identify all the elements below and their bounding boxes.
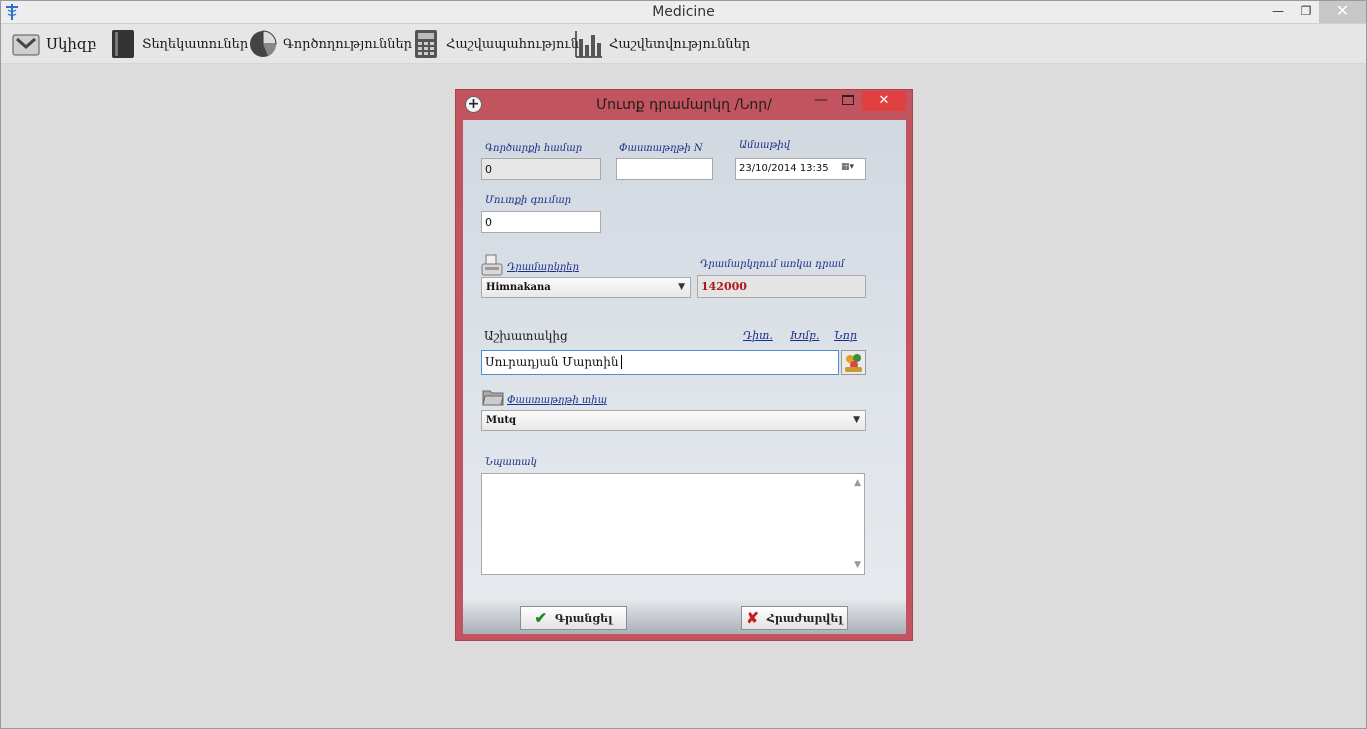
employee-label: Աշխատակից — [484, 329, 568, 343]
toolbar-operations[interactable]: Գործողություններ — [248, 28, 412, 60]
x-icon: ✘ — [746, 609, 759, 627]
chevron-down-icon: ▼ — [678, 282, 685, 292]
date-label: Ամսաթիվ — [739, 140, 791, 151]
scrollbar[interactable]: ▲ ▼ — [848, 474, 864, 574]
receipt-number-label: Փաստաթղթի N — [619, 143, 703, 154]
restore-button[interactable]: ❐ — [1291, 1, 1321, 23]
checkmark-icon: ✔ — [534, 609, 548, 627]
save-button[interactable]: ✔ Գրանցել — [520, 606, 627, 630]
employee-new-link[interactable]: Նոր — [834, 329, 857, 342]
scroll-down-icon[interactable]: ▼ — [854, 560, 861, 570]
doc-type-value: Mutq — [486, 415, 516, 426]
purpose-label: Նպատակ — [485, 457, 537, 468]
dialog-title-bar[interactable]: + Մուտք դրամարկղ /Նոր/ — ✕ — [456, 90, 912, 120]
calendar-icon[interactable]: ▦▾ — [841, 162, 863, 176]
dialog-maximize-button[interactable] — [842, 95, 854, 105]
calculator-icon — [415, 30, 437, 58]
title-bar: Medicine — ❐ ✕ — [1, 1, 1366, 24]
employee-field[interactable]: Սուրադյան Մարտին — [481, 350, 839, 375]
home-inbox-icon — [12, 34, 40, 56]
amount-field[interactable]: 0 — [481, 211, 601, 233]
save-button-label: Գրանցել — [555, 611, 613, 625]
toolbar-operations-label: Գործողություններ — [283, 36, 413, 52]
doc-type-select[interactable]: Mutq ▼ — [481, 410, 866, 431]
scroll-up-icon[interactable]: ▲ — [854, 478, 861, 488]
doc-number-field[interactable]: 0 — [481, 158, 601, 180]
cancel-button-label: Հրաժարվել — [766, 611, 843, 625]
cash-register-icon — [481, 254, 503, 276]
available-cash-label: Դրամարկղում առկա դրամ — [700, 259, 845, 270]
toolbar-reports[interactable]: Հաշվետվություններ — [574, 28, 750, 60]
cashbox-value: Himnakana — [486, 282, 551, 293]
amount-label: Մուտքի գումար — [485, 195, 572, 206]
date-picker[interactable]: 23/10/2014 13:35 ▦▾ — [735, 158, 866, 180]
cashbox-select[interactable]: Himnakana ▼ — [481, 277, 691, 298]
purpose-textarea[interactable]: ▲ ▼ — [481, 473, 865, 575]
toolbar-reports-label: Հաշվետվություններ — [609, 36, 751, 52]
cancel-button[interactable]: ✘ Հրաժարվել — [741, 606, 848, 630]
dialog-close-button[interactable]: ✕ — [862, 91, 906, 111]
book-icon — [112, 30, 134, 58]
dialog-body: Գործարքի համար 0 Փաստաթղթի N Ամսաթիվ 23/… — [463, 120, 906, 600]
date-value: 23/10/2014 13:35 — [739, 163, 829, 174]
toolbar-accounting-label: Հաշվապահություն — [446, 36, 580, 52]
chevron-down-icon: ▼ — [853, 415, 860, 425]
doc-type-label[interactable]: Փաստաթղթի տիպ — [507, 395, 607, 406]
close-button[interactable]: ✕ — [1319, 1, 1366, 23]
bar-chart-icon — [575, 31, 602, 58]
app-title: Medicine — [652, 4, 715, 20]
cashbox-label[interactable]: Դրամարկղեր — [507, 262, 579, 273]
employee-view-link[interactable]: Դիտ. — [743, 329, 773, 342]
cash-receipt-dialog: + Մուտք դրամարկղ /Նոր/ — ✕ Գործարքի համա… — [455, 89, 913, 641]
minimize-button[interactable]: — — [1263, 1, 1293, 23]
dialog-minimize-button[interactable]: — — [814, 92, 830, 108]
employee-value: Սուրադյան Մարտին — [485, 355, 619, 369]
main-toolbar: Սկիզբ Տեղեկատուներ Գործողություններ Հաշվ… — [1, 24, 1366, 64]
toolbar-home-label: Սկիզբ — [46, 35, 97, 53]
pie-chart-icon — [250, 30, 277, 57]
main-window: Medicine — ❐ ✕ Սկիզբ Տեղեկատուներ Գործող… — [0, 0, 1367, 729]
employee-edit-link[interactable]: Խմբ. — [790, 329, 819, 342]
receipt-number-field[interactable] — [616, 158, 713, 180]
doc-number-label: Գործարքի համար — [485, 143, 583, 154]
toolbar-references[interactable]: Տեղեկատուներ — [107, 28, 248, 60]
folder-icon — [482, 390, 504, 406]
toolbar-home[interactable]: Սկիզբ — [11, 28, 97, 60]
available-cash-field: 142000 — [697, 275, 866, 298]
toolbar-references-label: Տեղեկատուներ — [142, 36, 249, 52]
dialog-footer: ✔ Գրանցել ✘ Հրաժարվել — [463, 600, 906, 634]
people-icon — [845, 354, 862, 372]
employee-lookup-button[interactable] — [841, 350, 866, 375]
toolbar-accounting[interactable]: Հաշվապահություն — [411, 28, 579, 60]
